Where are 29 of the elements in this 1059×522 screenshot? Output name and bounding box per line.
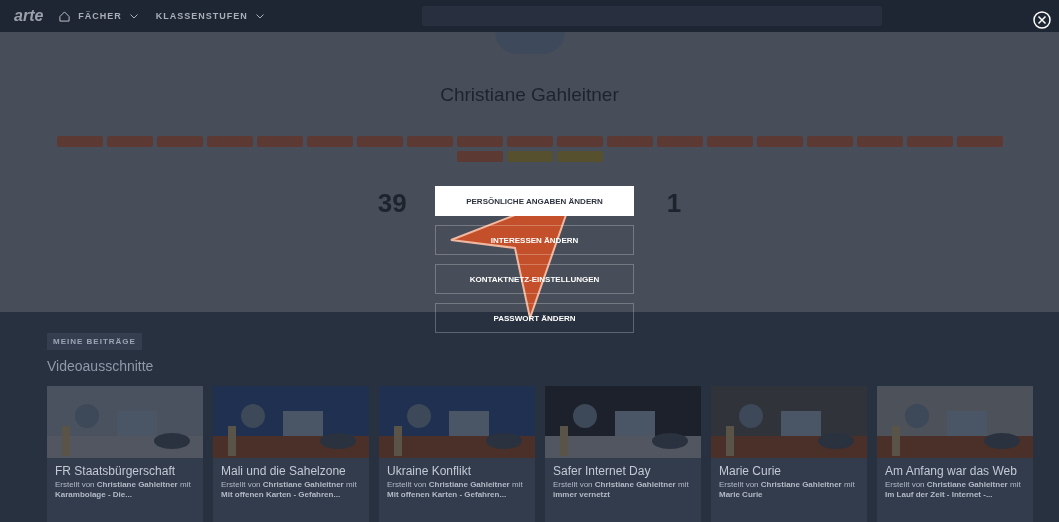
video-card[interactable]: Am Anfang war das Web Erstellt von Christiane Gahleitner mit Im Lauf der Zeit - Internet -... <box>877 386 1033 522</box>
chevron-down-icon[interactable] <box>129 13 138 19</box>
video-card[interactable]: Mali und die Sahelzone Erstellt von Christiane Gahleitner mit Mit offenen Karten - Gefahren... <box>213 386 369 522</box>
video-card[interactable]: Ukraine Konflikt Erstellt von Christiane Gahleitner mit Mit offenen Karten - Gefahren... <box>379 386 535 522</box>
menu-button[interactable]: PERSÖNLICHE ANGABEN ÄNDERN <box>435 186 634 216</box>
close-icon[interactable] <box>1033 11 1051 29</box>
card-title: Safer Internet Day <box>552 463 652 480</box>
card-title: Ukraine Konflikt <box>386 463 473 480</box>
card-byline: Erstellt von Christiane Gahleitner mit Im Lauf der Zeit - Internet -... <box>884 480 1022 501</box>
card-title: Mali und die Sahelzone <box>220 463 347 480</box>
card-byline: Erstellt von Christiane Gahleitner mit Marie Curie <box>718 480 856 501</box>
nav-menu[interactable]: KLASSENSTUFEN <box>155 11 248 21</box>
card-byline: Erstellt von Christiane Gahleitner mit Mit offenen Karten - Gefahren... <box>386 480 524 501</box>
card-title: Am Anfang war das Web <box>884 463 1018 480</box>
logo[interactable]: arte <box>14 7 44 25</box>
card-title: FR Staatsbürgerschaft <box>54 463 177 480</box>
section-heading: Videoausschnitte <box>47 358 155 374</box>
card-title: Marie Curie <box>718 463 782 480</box>
card-byline: Erstellt von Christiane Gahleitner mit Mit offenen Karten - Gefahren... <box>220 480 358 501</box>
video-card[interactable]: Safer Internet Day Erstellt von Christiane Gahleitner mit immer vernetzt <box>545 386 701 522</box>
home-icon[interactable] <box>59 10 71 22</box>
card-byline: Erstellt von Christiane Gahleitner mit Karambolage - Die... <box>54 480 192 501</box>
video-card[interactable]: Marie Curie Erstellt von Christiane Gahleitner mit Marie Curie <box>711 386 867 522</box>
nav-menu[interactable]: FÄCHER <box>78 11 122 21</box>
card-byline: Erstellt von Christiane Gahleitner mit immer vernetzt <box>552 480 690 501</box>
menu-button[interactable]: PASSWORT ÄNDERN <box>435 303 634 333</box>
video-card[interactable]: FR Staatsbürgerschaft Erstellt von Christiane Gahleitner mit Karambolage - Die... <box>47 386 203 522</box>
chevron-down-icon[interactable] <box>255 13 264 19</box>
section-badge: MEINE BEITRÄGE <box>47 333 142 350</box>
